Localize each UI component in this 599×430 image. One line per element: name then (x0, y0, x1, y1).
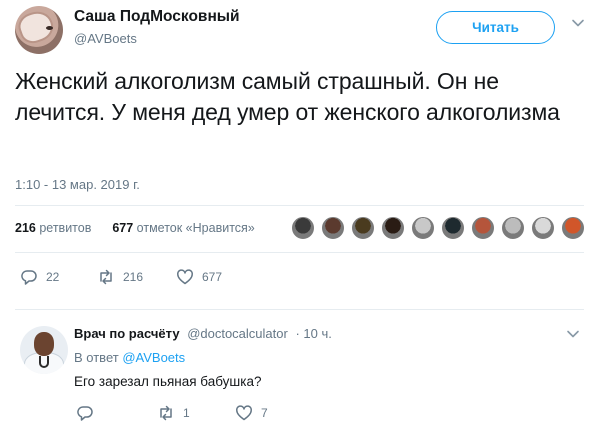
tweet-actions: 677 (176, 268, 222, 286)
liker-avatar[interactable] (381, 216, 405, 240)
retweet-icon (100, 269, 112, 285)
divider (15, 252, 584, 253)
tweet-actions: 22 (20, 268, 59, 286)
liker-avatars (291, 216, 591, 242)
likes-label[interactable]: отметок «Нравится» (137, 221, 255, 235)
liker-avatar[interactable] (321, 216, 345, 240)
chevron-down-icon[interactable] (571, 16, 585, 30)
liker-avatar[interactable] (501, 216, 525, 240)
avatar-face (34, 332, 54, 356)
heart-icon (177, 269, 193, 285)
liker-avatar[interactable] (291, 216, 315, 240)
divider (15, 205, 584, 206)
divider (15, 309, 584, 310)
reply-retweet-button[interactable]: 1 (157, 404, 190, 422)
author-handle[interactable]: @AVBoets (74, 31, 137, 46)
liker-avatar[interactable] (441, 216, 465, 240)
reply-like-count: 7 (261, 406, 268, 420)
reply-reply-button[interactable] (76, 404, 102, 422)
reply-actions: 7 (235, 404, 268, 422)
tweet-text: Женский алкоголизм самый страшный. Он не… (15, 68, 560, 125)
reply-display-name[interactable]: Врач по расчёту (74, 326, 180, 341)
liker-avatar[interactable] (411, 216, 435, 240)
avatar-eye (46, 26, 53, 30)
heart-icon (236, 405, 252, 421)
tweet-actions: 216 (97, 268, 143, 286)
liker-avatar[interactable] (471, 216, 495, 240)
reply-to-line: В ответ @AVBoets (74, 350, 185, 365)
retweet-icon (160, 405, 172, 421)
reply-handle[interactable]: @doctocalculator (187, 326, 288, 341)
tweet-timestamp[interactable]: 1:10 - 13 мар. 2019 г. (15, 177, 140, 192)
like-count: 677 (202, 270, 223, 284)
follow-button[interactable]: Читать (436, 11, 555, 44)
retweets-count[interactable]: 216 (15, 221, 36, 235)
reply-to-label: В ответ (74, 350, 119, 365)
retweets-label[interactable]: ретвитов (39, 221, 91, 235)
author-display-name[interactable]: Саша ПодМосковный (74, 8, 240, 26)
reply-icon (77, 406, 93, 421)
reply-actions (76, 404, 102, 422)
reply-icon (21, 270, 37, 285)
retweet-button[interactable]: 216 (97, 268, 143, 286)
liker-avatar[interactable] (351, 216, 375, 240)
reply-header: Врач по расчёту @doctocalculator · 10 ч. (74, 326, 332, 341)
reply-count: 22 (46, 270, 60, 284)
reply-text: Его зарезал пьяная бабушка? (74, 374, 262, 389)
reply-author-avatar[interactable] (20, 326, 68, 374)
reply-retweet-count: 1 (183, 406, 190, 420)
like-button[interactable]: 677 (176, 268, 222, 286)
reply-actions: 1 (157, 404, 190, 422)
reply-button[interactable]: 22 (20, 268, 59, 286)
chevron-down-icon[interactable] (566, 327, 580, 341)
liker-avatar[interactable] (561, 216, 585, 240)
retweet-count: 216 (123, 270, 144, 284)
stethoscope-icon (39, 356, 49, 368)
tweet-stats: 216 ретвитов 677 отметок «Нравится» (15, 221, 255, 235)
likes-count[interactable]: 677 (112, 221, 133, 235)
reply-like-button[interactable]: 7 (235, 404, 268, 422)
reply-time[interactable]: · 10 ч. (295, 326, 331, 341)
liker-avatar[interactable] (531, 216, 555, 240)
author-avatar[interactable] (15, 6, 63, 54)
reply-to-handle-link[interactable]: @AVBoets (122, 350, 185, 365)
